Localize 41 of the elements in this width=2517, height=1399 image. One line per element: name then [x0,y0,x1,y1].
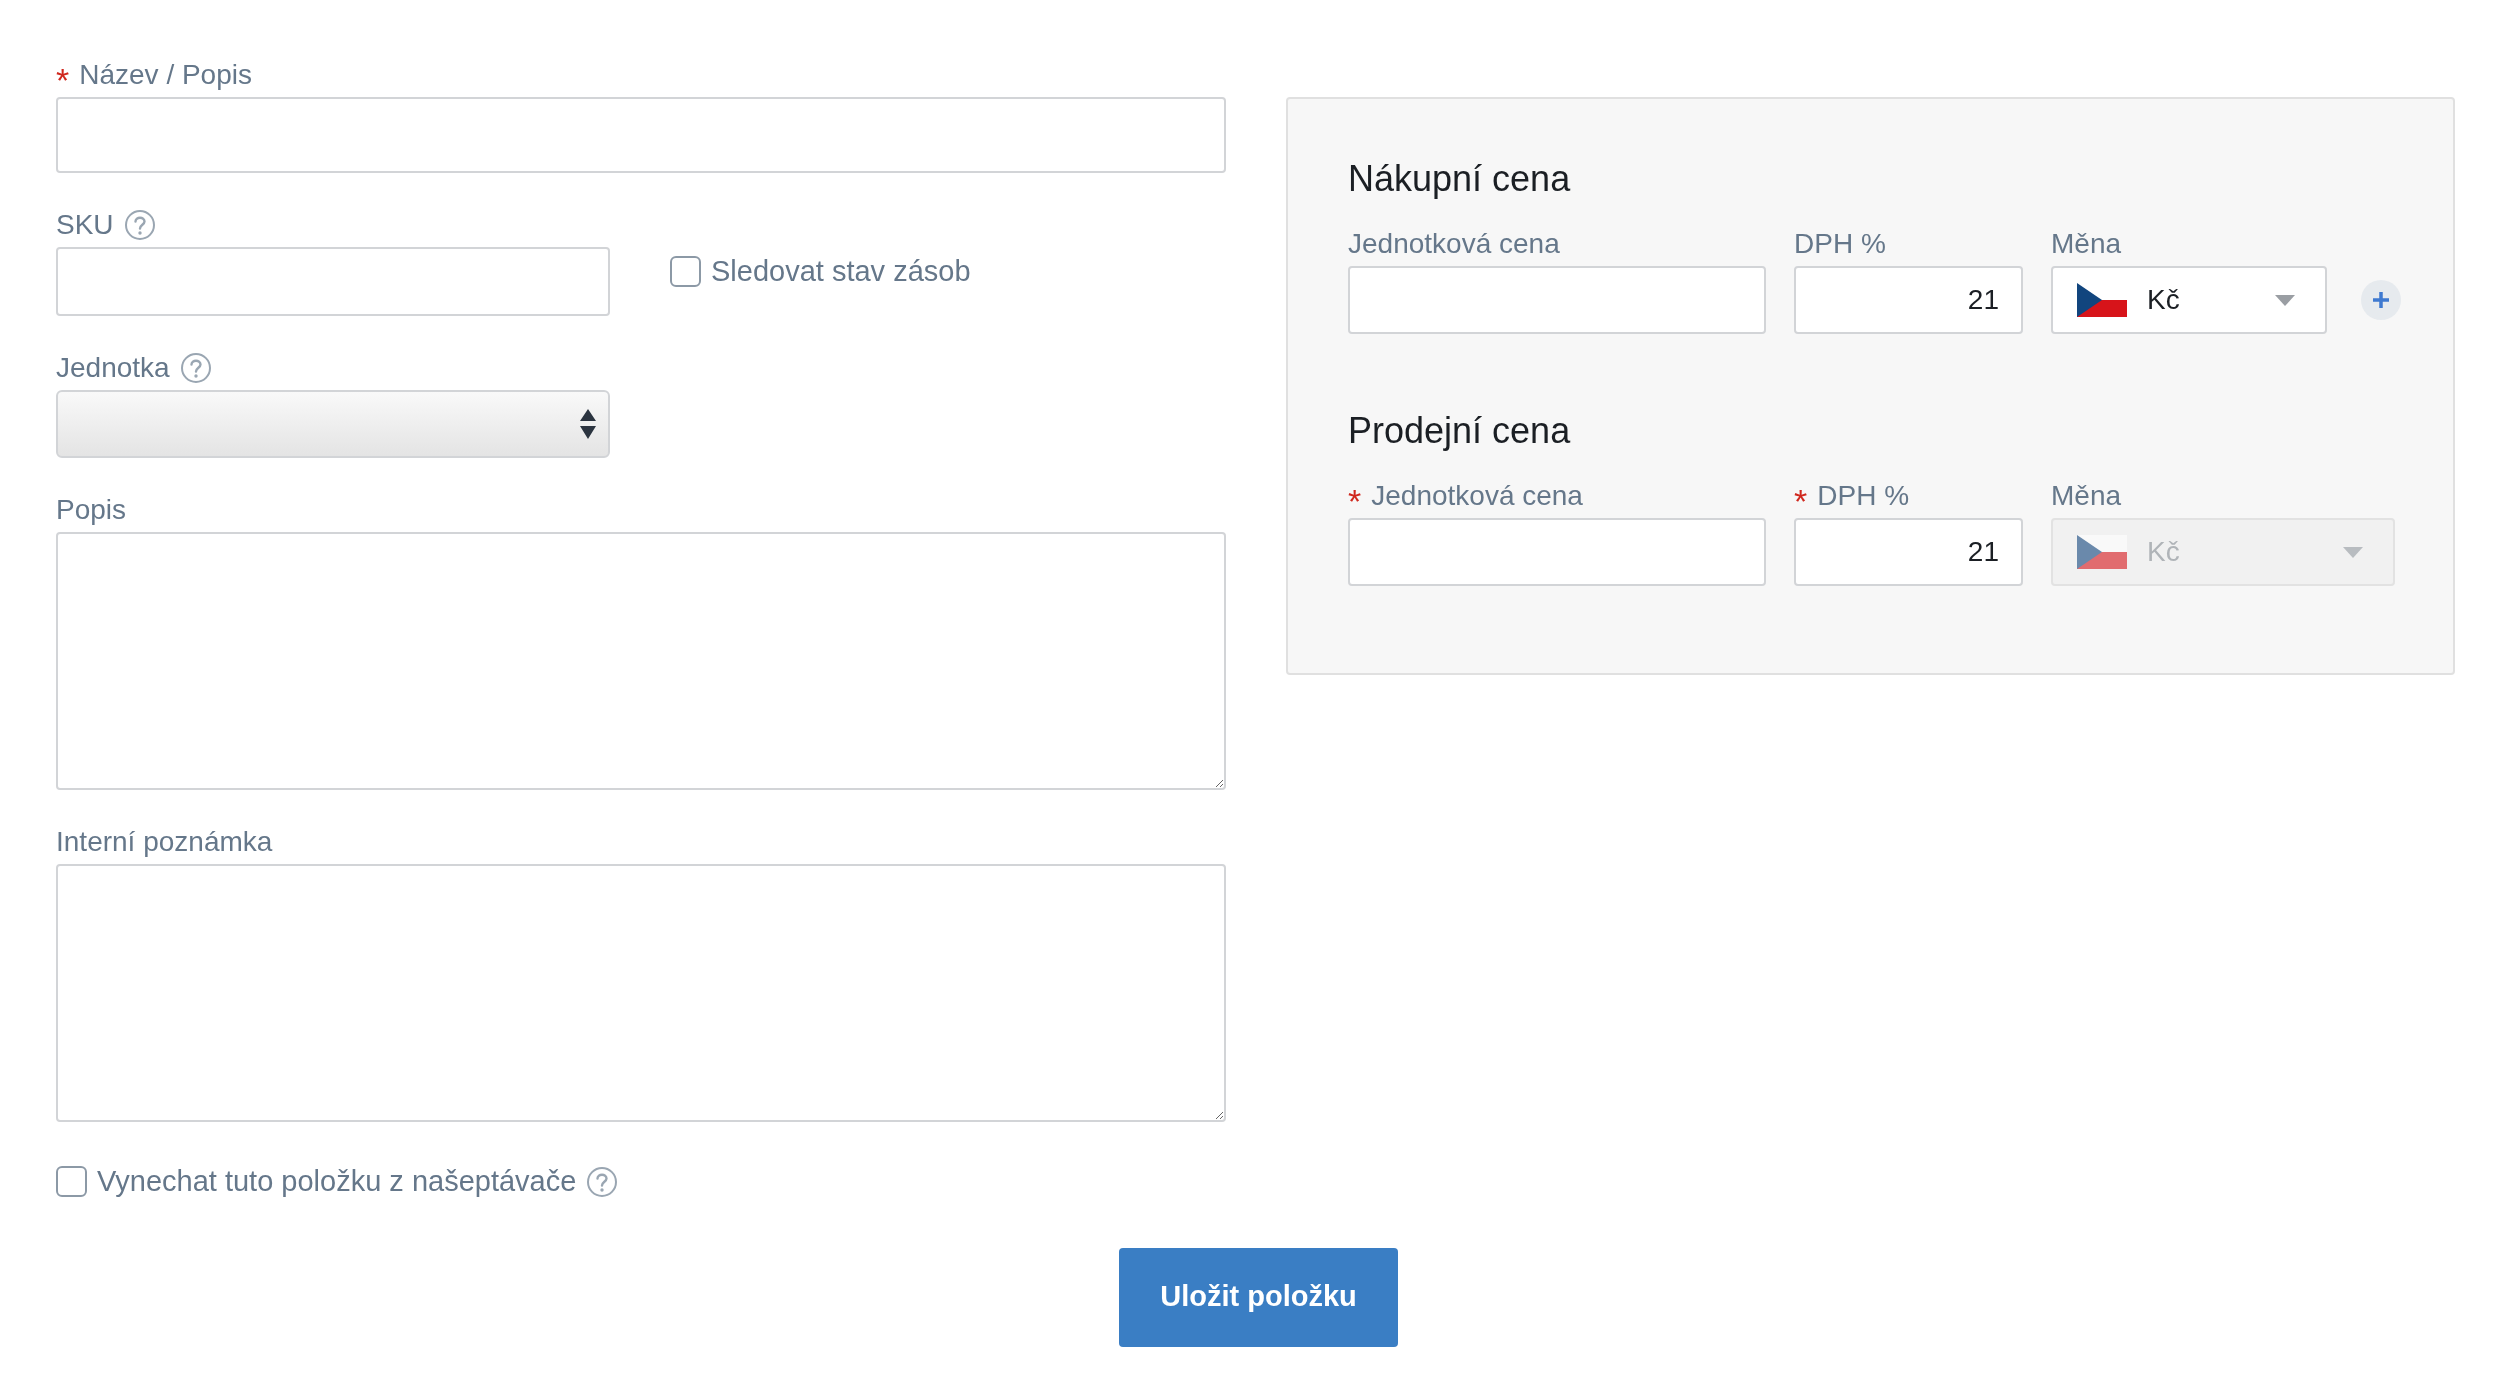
field-label: Interní poznámka [56,825,273,859]
section-heading: Prodejní cena [1348,409,1572,453]
price-input[interactable] [1348,266,1766,334]
field-label: Název / Popis [79,58,252,92]
plus-icon [2372,291,2390,309]
vat-input[interactable]: 21 [1794,266,2023,334]
caret-icon [2275,294,2295,306]
save-button[interactable]: Uložit položku [1119,1247,1398,1347]
checkbox[interactable] [670,256,701,287]
field-label: Popis [56,493,127,527]
sort-arrows-icon [580,409,596,439]
unit-select[interactable] [56,390,610,458]
field-label: DPH % [1794,227,1886,261]
checkbox-label: Vynechat tuto položku z našeptávače [97,1164,577,1199]
field-label: Jednotková cena [1371,479,1583,513]
checkbox[interactable] [56,1166,87,1198]
help-icon[interactable] [123,209,156,241]
note-textarea[interactable] [56,864,1226,1122]
currency-select[interactable]: Kč [2051,266,2327,334]
field-label: Jednotková cena [1348,227,1560,261]
field-label: DPH % [1817,479,1910,513]
required-asterisk: * [56,63,70,97]
help-icon[interactable] [586,1165,619,1198]
add-currency-button[interactable] [2361,280,2401,320]
description-textarea[interactable] [56,532,1226,790]
price-input[interactable] [1348,518,1766,586]
flag-icon [2077,283,2127,317]
required-asterisk: * [1348,484,1362,518]
sku-input[interactable] [56,247,610,316]
help-icon[interactable] [179,352,212,384]
field-label: SKU [56,208,114,242]
section-heading: Nákupní cena [1348,157,1572,201]
field-label: Jednotka [56,351,170,385]
name-input[interactable] [56,97,1226,173]
field-label: Měna [2051,227,2122,261]
required-asterisk: * [1794,484,1808,518]
checkbox-label: Sledovat stav zásob [711,253,971,289]
flag-icon [2077,535,2127,569]
field-label: Měna [2051,479,2122,513]
caret-icon [2343,546,2363,558]
vat-input[interactable]: 21 [1794,518,2023,586]
